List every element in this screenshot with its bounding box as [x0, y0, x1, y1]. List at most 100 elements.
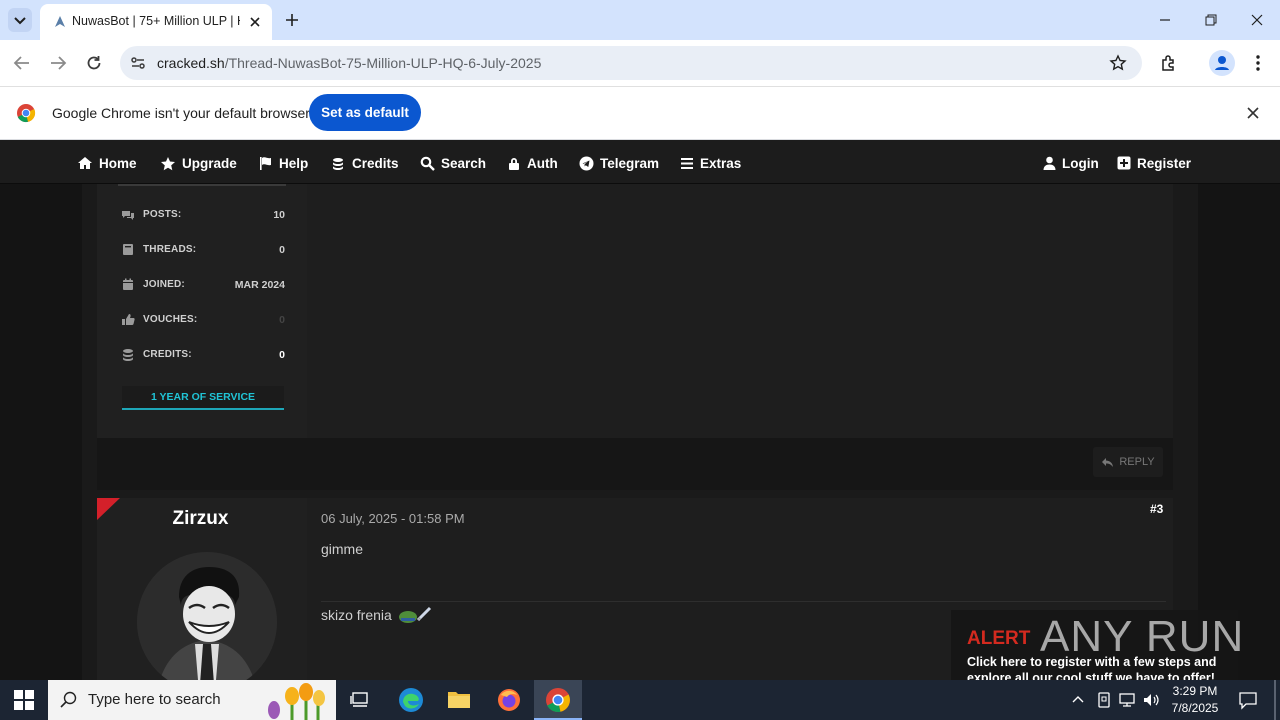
nav-extras-label: Extras — [700, 155, 742, 171]
reply-button[interactable]: REPLY — [1093, 447, 1163, 477]
stat-posts: POSTS: 10 — [113, 198, 293, 231]
stat-value: 0 — [279, 348, 285, 361]
menu-dots-icon[interactable] — [1249, 53, 1267, 73]
panel-divider — [118, 184, 286, 186]
chrome-icon — [546, 688, 570, 712]
stat-value: 10 — [273, 208, 285, 221]
stat-label: JOINED: — [143, 279, 185, 290]
nav-search-label: Search — [441, 155, 487, 171]
reply-label: REPLY — [1119, 456, 1155, 468]
reload-icon[interactable] — [85, 54, 103, 72]
infobar-message: Google Chrome isn't your default browser — [52, 105, 310, 121]
thumbs-up-icon — [122, 314, 135, 325]
stat-threads: THREADS: 0 — [113, 233, 293, 266]
windows-start-icon[interactable] — [14, 690, 34, 710]
nav-extras[interactable]: Extras — [680, 154, 741, 172]
tulips-decoration-icon — [268, 683, 325, 720]
restore-icon[interactable] — [1203, 12, 1219, 28]
close-tab-icon[interactable] — [246, 13, 264, 31]
post-username[interactable]: Zirzux — [97, 508, 304, 530]
stat-label: THREADS: — [143, 244, 197, 255]
back-icon[interactable] — [12, 54, 32, 72]
nav-help-label: Help — [279, 155, 309, 171]
star-icon — [161, 156, 175, 170]
stat-label: CREDITS: — [143, 349, 192, 360]
forward-icon[interactable] — [48, 54, 68, 72]
close-window-icon[interactable] — [1249, 12, 1265, 28]
minimize-icon[interactable] — [1157, 12, 1173, 28]
tab-search-button[interactable] — [8, 8, 32, 32]
nav-home[interactable]: Home — [77, 154, 137, 172]
taskbar-chrome-active[interactable] — [534, 680, 582, 720]
nav-telegram-label: Telegram — [600, 155, 660, 171]
stat-value: 0 — [279, 243, 285, 256]
nav-auth-label: Auth — [527, 155, 558, 171]
network-icon[interactable] — [1118, 691, 1136, 709]
set-as-default-button[interactable]: Set as default — [309, 94, 421, 131]
stat-value: MAR 2024 — [234, 278, 285, 291]
calendar-icon — [123, 278, 133, 290]
profile-icon — [1215, 56, 1229, 70]
stat-value: 0 — [279, 313, 285, 326]
avatar[interactable] — [137, 552, 277, 692]
nav-login[interactable]: Login — [1043, 154, 1099, 172]
nav-search[interactable]: Search — [420, 154, 486, 172]
reply-icon — [1102, 457, 1114, 467]
nav-auth[interactable]: Auth — [507, 154, 558, 172]
stat-credits: CREDITS: 0 — [113, 338, 293, 371]
stat-label: VOUCHES: — [143, 314, 198, 325]
clock-date: 7/8/2025 — [1171, 701, 1219, 715]
nav-register[interactable]: Register — [1117, 154, 1191, 172]
taskbar-search-placeholder: Type here to search — [88, 691, 221, 708]
nav-credits[interactable]: Credits — [331, 154, 399, 172]
new-tab-icon[interactable] — [283, 11, 301, 29]
user-icon — [1043, 156, 1056, 170]
url-path: /Thread-NuwasBot-75-Million-ULP-HQ-6-Jul… — [224, 55, 542, 71]
site-info-icon[interactable] — [129, 54, 147, 72]
post-date: 06 July, 2025 - 01:58 PM — [321, 511, 465, 526]
browser-tab[interactable]: NuwasBot | 75+ Million ULP | H — [40, 4, 272, 40]
edge-icon[interactable] — [398, 687, 424, 713]
bars-icon — [681, 157, 693, 169]
coins-icon — [333, 157, 343, 170]
extensions-icon[interactable] — [1159, 53, 1179, 73]
file-explorer-icon[interactable] — [447, 688, 471, 710]
show-desktop-divider[interactable] — [1274, 680, 1276, 720]
nav-home-label: Home — [99, 155, 137, 171]
avatar-image — [137, 552, 277, 692]
home-icon — [78, 157, 92, 169]
post-number-link[interactable]: #3 — [1150, 502, 1163, 516]
nav-register-label: Register — [1137, 155, 1192, 171]
stat-label: POSTS: — [143, 209, 182, 220]
nav-credits-label: Credits — [352, 155, 399, 171]
bookmark-star-icon[interactable] — [1109, 54, 1127, 72]
nav-telegram[interactable]: Telegram — [579, 154, 659, 172]
chevron-up-icon[interactable] — [1070, 692, 1086, 708]
url-host: cracked.sh — [157, 55, 225, 71]
profile-button[interactable] — [1209, 50, 1235, 76]
nav-upgrade-label: Upgrade — [182, 155, 237, 171]
service-badge: 1 YEAR OF SERVICE — [122, 386, 284, 410]
notification-icon[interactable] — [1238, 690, 1258, 710]
flag-icon — [260, 156, 271, 170]
nav-help[interactable]: Help — [258, 154, 308, 172]
url-text[interactable]: cracked.sh/Thread-NuwasBot-75-Million-UL… — [157, 55, 541, 71]
stat-vouches: VOUCHES: 0 — [113, 303, 293, 336]
lock-icon — [509, 157, 519, 170]
chrome-logo-icon — [17, 104, 36, 123]
clock-time: 3:29 PM — [1172, 684, 1218, 698]
device-icon[interactable] — [1096, 691, 1112, 709]
nav-upgrade[interactable]: Upgrade — [160, 154, 237, 172]
search-icon — [420, 156, 435, 171]
firefox-icon[interactable] — [496, 687, 522, 713]
close-infobar-icon[interactable] — [1245, 105, 1261, 121]
task-view-icon[interactable] — [350, 690, 370, 710]
signature-divider — [321, 601, 1166, 602]
telegram-icon — [579, 156, 594, 170]
pepe-emoji-icon — [398, 606, 431, 623]
stat-joined: JOINED: MAR 2024 — [113, 268, 293, 301]
coins-icon — [122, 349, 133, 361]
taskbar-clock[interactable]: 3:29 PM 7/8/2025 — [1150, 683, 1240, 717]
plus-square-icon — [1117, 156, 1131, 170]
site-favicon-icon — [55, 16, 65, 27]
